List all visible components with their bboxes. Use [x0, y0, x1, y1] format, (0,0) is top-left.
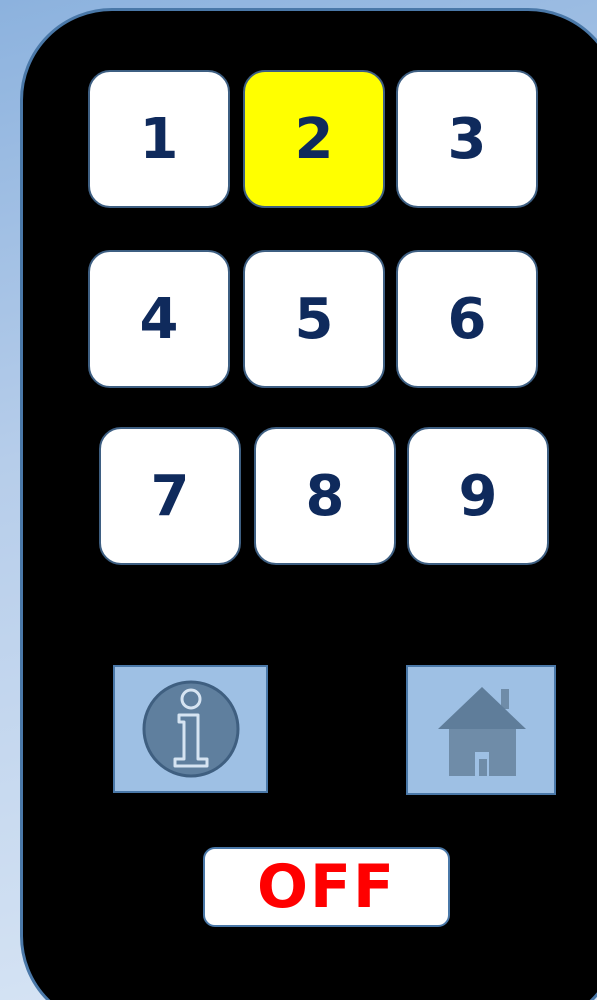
key-1-button[interactable]: 1: [88, 70, 230, 208]
home-icon: [438, 687, 526, 776]
info-icon: [142, 680, 240, 778]
info-button[interactable]: [113, 665, 268, 793]
off-button[interactable]: OFF: [203, 847, 450, 927]
home-button[interactable]: [406, 665, 556, 795]
key-6-button[interactable]: 6: [396, 250, 538, 388]
key-5-button[interactable]: 5: [243, 250, 385, 388]
key-2-button[interactable]: 2: [243, 70, 385, 208]
key-8-button[interactable]: 8: [254, 427, 396, 565]
key-3-button[interactable]: 3: [396, 70, 538, 208]
key-7-button[interactable]: 7: [99, 427, 241, 565]
key-9-button[interactable]: 9: [407, 427, 549, 565]
key-4-button[interactable]: 4: [88, 250, 230, 388]
